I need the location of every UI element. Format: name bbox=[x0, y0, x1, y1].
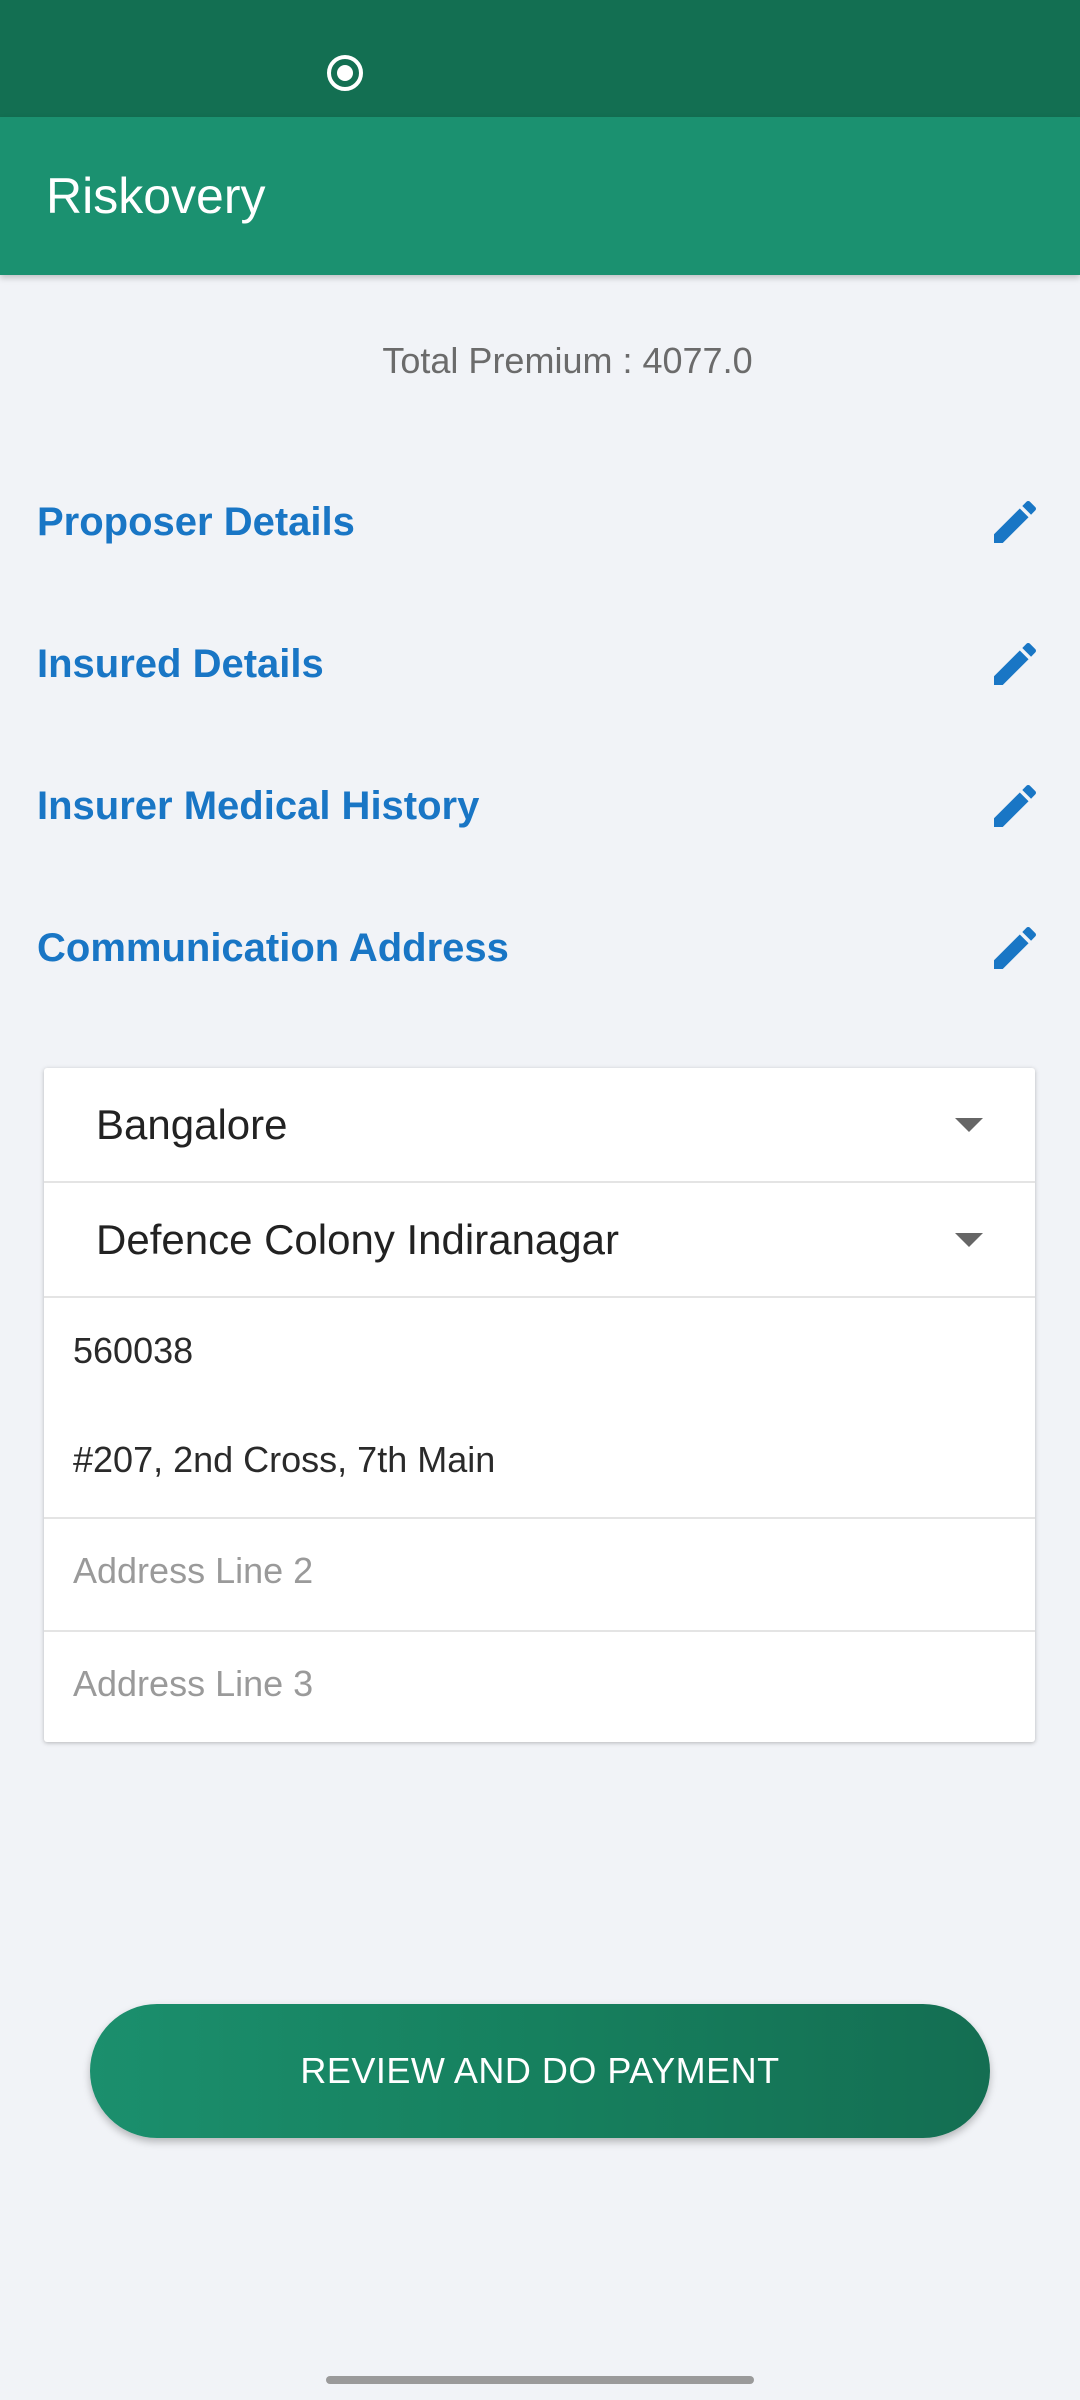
status-bar bbox=[0, 0, 1080, 117]
section-label[interactable]: Proposer Details bbox=[37, 500, 355, 545]
section-insurer-medical-history[interactable]: Insurer Medical History bbox=[37, 761, 1043, 851]
section-proposer-details[interactable]: Proposer Details bbox=[37, 477, 1043, 567]
edit-pencil-icon[interactable] bbox=[987, 920, 1043, 976]
chevron-down-icon[interactable] bbox=[955, 1117, 983, 1132]
section-insured-details[interactable]: Insured Details bbox=[37, 619, 1043, 709]
address-card: Bangalore Defence Colony Indiranagar 560… bbox=[44, 1068, 1035, 1742]
city-value: Bangalore bbox=[96, 1100, 288, 1148]
total-premium: Total Premium : 4077.0 bbox=[0, 340, 1080, 382]
chevron-down-icon[interactable] bbox=[955, 1232, 983, 1247]
record-indicator-icon bbox=[327, 55, 363, 91]
section-label[interactable]: Insurer Medical History bbox=[37, 784, 479, 829]
app-bar: Riskovery bbox=[0, 117, 1080, 275]
area-value: Defence Colony Indiranagar bbox=[96, 1215, 619, 1263]
section-communication-address[interactable]: Communication Address bbox=[37, 903, 1043, 993]
total-premium-label: Total Premium : bbox=[382, 340, 633, 381]
area-dropdown[interactable]: Defence Colony Indiranagar bbox=[44, 1183, 1035, 1298]
navigation-bar bbox=[0, 2354, 1080, 2400]
address-line3-field[interactable]: Address Line 3 bbox=[44, 1663, 1035, 1705]
total-premium-value: 4077.0 bbox=[642, 340, 753, 381]
edit-pencil-icon[interactable] bbox=[987, 636, 1043, 692]
divider bbox=[44, 1517, 1035, 1519]
city-dropdown[interactable]: Bangalore bbox=[44, 1068, 1035, 1183]
review-and-pay-button[interactable]: REVIEW AND DO PAYMENT bbox=[90, 2004, 990, 2138]
address-line1-field[interactable]: #207, 2nd Cross, 7th Main bbox=[44, 1439, 1035, 1481]
divider bbox=[44, 1630, 1035, 1632]
edit-pencil-icon[interactable] bbox=[987, 494, 1043, 550]
app-title: Riskovery bbox=[46, 168, 266, 224]
edit-pencil-icon[interactable] bbox=[987, 778, 1043, 834]
section-label[interactable]: Insured Details bbox=[37, 642, 324, 687]
address-line2-field[interactable]: Address Line 2 bbox=[44, 1550, 1035, 1592]
section-label[interactable]: Communication Address bbox=[37, 926, 509, 971]
pincode-field[interactable]: 560038 bbox=[44, 1330, 1035, 1372]
home-indicator[interactable] bbox=[326, 2376, 754, 2384]
